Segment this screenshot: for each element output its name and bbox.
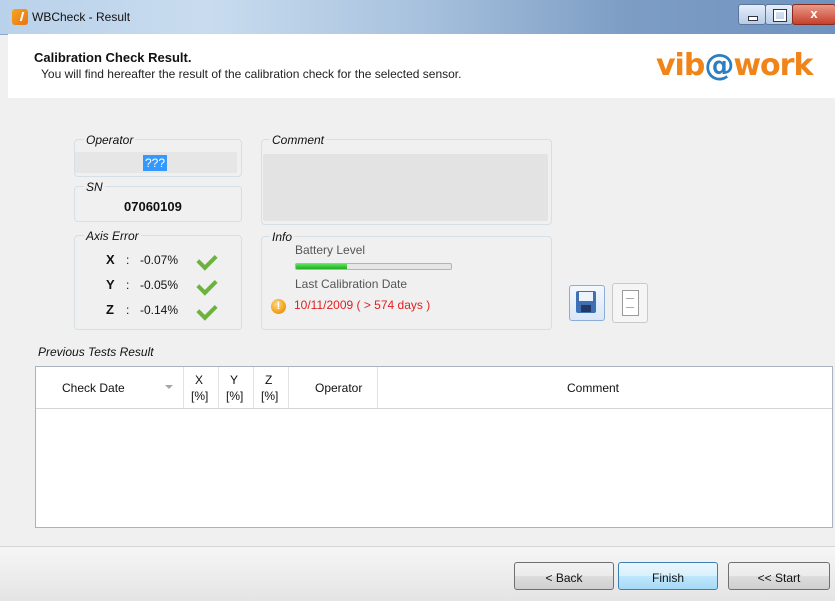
save-button[interactable] — [569, 285, 605, 321]
column-header-operator[interactable]: Operator — [289, 367, 378, 408]
previous-tests-label: Previous Tests Result — [38, 345, 154, 359]
axis-row-y: Y: -0.05% — [106, 277, 178, 292]
wizard-header: Calibration Check Result. You will find … — [8, 34, 835, 98]
axis-error-label: Axis Error — [84, 229, 141, 243]
column-label: Comment — [567, 381, 620, 395]
axis-letter: X — [106, 252, 115, 267]
page-title: Calibration Check Result. — [34, 50, 192, 65]
axis-row-z: Z: -0.14% — [106, 302, 178, 317]
axis-letter: Z — [106, 302, 114, 317]
warning-icon: ! — [271, 299, 286, 314]
close-icon: x — [810, 6, 818, 21]
axis-letter: Y — [106, 277, 115, 292]
report-button[interactable] — [612, 283, 648, 323]
column-header-check-date[interactable]: Check Date — [36, 367, 184, 408]
axis-colon: : — [126, 253, 130, 267]
column-header-comment[interactable]: Comment — [378, 367, 832, 408]
finish-button[interactable]: Finish — [618, 562, 718, 590]
axis-error-value: -0.05% — [140, 278, 179, 292]
operator-value: ??? — [143, 155, 168, 171]
document-icon — [622, 290, 639, 316]
comment-label: Comment — [270, 133, 327, 147]
column-header-x[interactable]: X [%] — [184, 367, 219, 408]
back-button[interactable]: < Back — [514, 562, 614, 590]
column-label: Y — [230, 373, 239, 387]
serial-number-value: 07060109 — [124, 199, 182, 214]
operator-label: Operator — [84, 133, 136, 147]
axis-colon: : — [126, 303, 130, 317]
window-title: WBCheck - Result — [32, 10, 131, 24]
battery-level-fill — [296, 264, 348, 269]
close-button[interactable]: x — [792, 4, 835, 25]
logo-suffix: work — [733, 48, 813, 83]
column-unit: [%] — [226, 389, 244, 403]
column-unit: [%] — [191, 389, 209, 403]
column-label: Z — [265, 373, 273, 387]
last-calibration-date: 10/11/2009 ( > 574 days ) — [294, 298, 431, 312]
serial-number-label: SN — [84, 180, 105, 194]
sort-arrow-icon — [165, 385, 173, 389]
axis-colon: : — [126, 278, 130, 292]
table-header: Check Date X [%] Y [%] Z [%] Operator Co… — [36, 367, 832, 409]
save-icon — [576, 291, 596, 313]
battery-level-label: Battery Level — [295, 243, 366, 257]
info-label: Info — [270, 230, 295, 244]
page-subtitle: You will find hereafter the result of th… — [41, 67, 462, 81]
previous-tests-table[interactable]: Check Date X [%] Y [%] Z [%] Operator Co… — [35, 366, 833, 528]
column-label: Check Date — [62, 381, 125, 395]
minimize-button[interactable] — [738, 4, 766, 25]
maximize-button[interactable] — [765, 4, 793, 25]
comment-field[interactable] — [263, 154, 548, 221]
wbcheck-window: WBCheck - Result x Calibration Check Res… — [0, 0, 835, 601]
column-label: X — [195, 373, 204, 387]
column-unit: [%] — [261, 389, 279, 403]
battery-level-bar — [295, 263, 452, 270]
title-bar[interactable]: WBCheck - Result x — [0, 0, 835, 35]
last-calibration-label: Last Calibration Date — [295, 277, 408, 291]
axis-row-x: X: -0.07% — [106, 252, 178, 267]
axis-error-value: -0.07% — [140, 253, 179, 267]
logo-at: @ — [704, 48, 734, 83]
column-label: Operator — [315, 381, 363, 395]
start-button[interactable]: << Start — [728, 562, 830, 590]
logo-prefix: vib — [656, 48, 705, 83]
column-header-y[interactable]: Y [%] — [219, 367, 254, 408]
axis-error-value: -0.14% — [140, 303, 179, 317]
vibwork-logo: vib@work — [656, 48, 813, 83]
column-header-z[interactable]: Z [%] — [254, 367, 289, 408]
app-icon — [12, 9, 28, 25]
operator-field[interactable]: ??? — [75, 152, 237, 173]
